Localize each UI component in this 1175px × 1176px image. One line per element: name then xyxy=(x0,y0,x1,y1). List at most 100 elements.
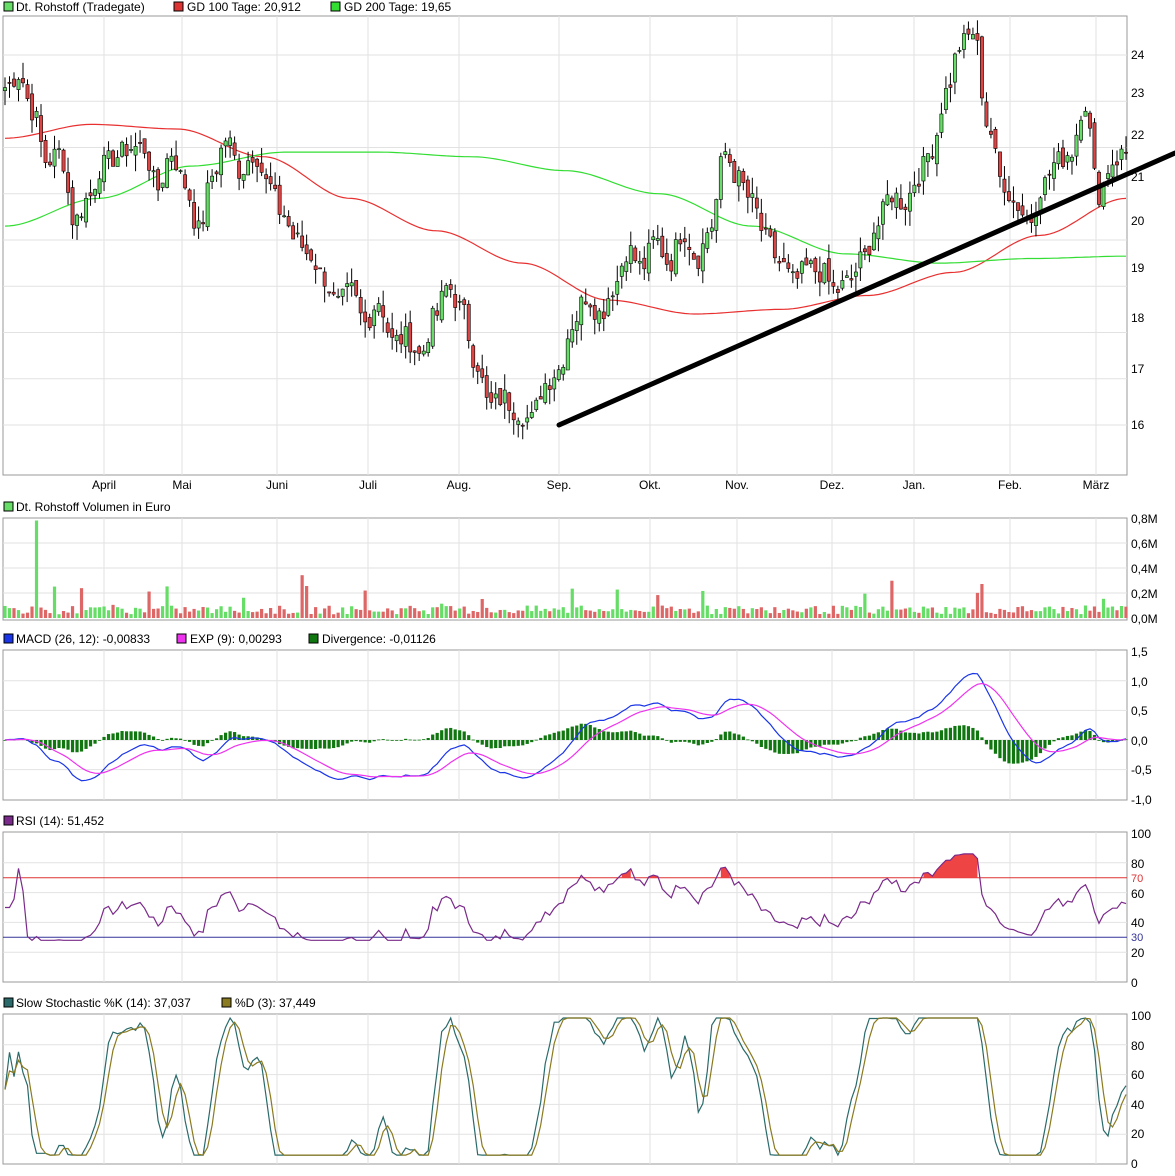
candle-body-214 xyxy=(966,28,971,35)
volume-bar-124 xyxy=(561,607,565,618)
macd-y-ticks: 1,5 1,0 0,5 0,0 -0,5 -1,0 xyxy=(1131,645,1152,807)
candle-body-87 xyxy=(394,334,399,342)
candle-body-14 xyxy=(66,172,70,193)
candle-body-167 xyxy=(754,197,759,209)
volume-bar-240 xyxy=(1083,605,1088,618)
price-tick-21: 21 xyxy=(1131,170,1145,184)
candle-body-114 xyxy=(516,420,521,425)
divergence-bar-13 xyxy=(61,740,66,749)
divergence-bar-203 xyxy=(917,733,921,740)
candle-body-105 xyxy=(475,365,480,372)
candle-body-116 xyxy=(525,417,530,423)
volume-bar-226 xyxy=(1020,606,1025,618)
candle-body-200 xyxy=(903,206,908,210)
volume-bar-184 xyxy=(831,605,835,618)
macd-tick-4: 0,0 xyxy=(1131,734,1148,748)
candle-body-124 xyxy=(561,367,566,375)
candle-body-102 xyxy=(462,299,467,305)
divergence-bar-102 xyxy=(462,731,466,740)
divergence-bar-236 xyxy=(1065,735,1070,740)
divergence-bar-78 xyxy=(354,740,358,742)
volume-bar-24 xyxy=(111,604,115,618)
volume-panel xyxy=(2,517,1128,621)
divergence-bar-92 xyxy=(417,739,421,741)
candle-body-212 xyxy=(957,50,962,52)
volume-bar-108 xyxy=(489,612,493,618)
volume-bar-237 xyxy=(1070,607,1074,618)
volume-bar-147 xyxy=(665,608,669,618)
month-label-nov: Nov. xyxy=(725,478,749,492)
volume-bar-245 xyxy=(1106,607,1110,618)
volume-bar-18 xyxy=(84,610,88,618)
volume-tick-2: 0,4M xyxy=(1131,562,1158,576)
candle-body-199 xyxy=(898,198,903,210)
divergence-bar-171 xyxy=(773,740,777,753)
candle-body-3 xyxy=(16,79,21,90)
volume-bar-234 xyxy=(1056,613,1061,618)
candle-body-23 xyxy=(106,150,111,159)
candle-body-71 xyxy=(322,271,327,287)
divergence-bar-48 xyxy=(219,735,223,740)
candle-body-7 xyxy=(34,110,39,118)
divergence-bar-204 xyxy=(921,732,926,740)
divergence-bar-65 xyxy=(296,740,300,749)
volume-bar-133 xyxy=(602,610,606,618)
divergence-bar-137 xyxy=(620,731,624,740)
divergence-bar-181 xyxy=(818,740,822,747)
candle-body-187 xyxy=(844,275,849,278)
divergence-bar-39 xyxy=(178,738,183,740)
candle-body-141 xyxy=(637,261,642,264)
divergence-bar-243 xyxy=(1097,740,1101,741)
divergence-bar-142 xyxy=(642,735,646,740)
volume-bar-54 xyxy=(246,611,250,618)
volume-bar-215 xyxy=(971,609,975,618)
candle-body-88 xyxy=(399,334,404,345)
volume-bar-151 xyxy=(683,609,687,618)
divergence-bar-214 xyxy=(966,726,971,740)
candle-body-56 xyxy=(255,158,260,167)
volume-bar-152 xyxy=(687,608,691,618)
divergence-bar-215 xyxy=(971,727,975,740)
candle-body-162 xyxy=(732,160,737,183)
volume-bar-105 xyxy=(476,611,480,618)
volume-bar-57 xyxy=(260,608,264,618)
month-label-mai: Mai xyxy=(172,478,191,492)
candle-body-42 xyxy=(192,202,196,229)
volume-bar-29 xyxy=(133,607,138,618)
divergence-bar-147 xyxy=(665,740,669,741)
volume-bar-156 xyxy=(705,605,709,618)
volume-bar-70 xyxy=(318,613,322,618)
volume-bar-5 xyxy=(25,612,30,618)
divergence-bar-30 xyxy=(138,731,142,740)
candle-body-179 xyxy=(808,260,813,265)
candle-body-245 xyxy=(1106,173,1110,179)
candle-body-96 xyxy=(435,310,440,316)
candle-body-18 xyxy=(84,197,88,223)
volume-bar-64 xyxy=(291,612,295,618)
month-label-sep: Sep. xyxy=(547,478,572,492)
divergence-bar-19 xyxy=(88,740,93,747)
candle-body-241 xyxy=(1088,112,1092,129)
divergence-bar-22 xyxy=(102,736,106,740)
candle-body-1 xyxy=(7,82,12,84)
divergence-bar-23 xyxy=(106,734,111,740)
candle-body-210 xyxy=(948,84,953,88)
volume-bar-68 xyxy=(309,614,313,618)
rsi-legend: RSI (14): 51,452 xyxy=(3,814,104,828)
volume-bar-164 xyxy=(741,608,745,618)
volume-bar-206 xyxy=(930,607,935,618)
volume-bar-77 xyxy=(350,606,354,618)
divergence-bar-125 xyxy=(566,728,570,740)
volume-tick-3: 0,6M xyxy=(1131,537,1158,551)
volume-bar-143 xyxy=(647,611,651,618)
rsi-tick-40: 40 xyxy=(1131,916,1145,930)
volume-bar-113 xyxy=(512,613,516,618)
price-tick-18: 18 xyxy=(1131,311,1145,325)
candle-body-24 xyxy=(111,150,115,167)
divergence-bar-166 xyxy=(750,740,754,742)
divergence-bar-115 xyxy=(521,740,525,746)
volume-bar-111 xyxy=(503,609,507,618)
volume-bar-166 xyxy=(750,608,754,618)
month-label-jan: Jan. xyxy=(903,478,926,492)
macd-tick-5: -0,5 xyxy=(1131,763,1152,777)
